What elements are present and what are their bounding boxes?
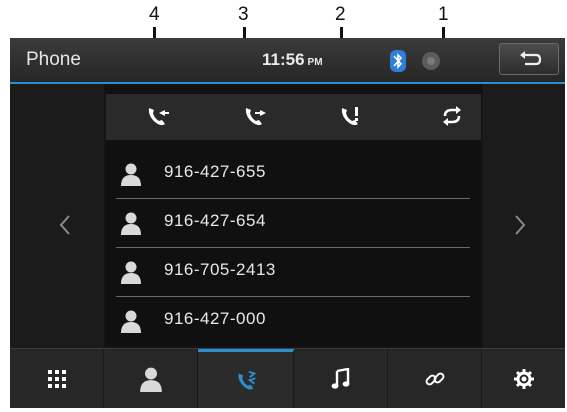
outgoing-call-icon[interactable] (240, 102, 268, 130)
contact-number: 916-427-000 (164, 309, 266, 328)
chevron-left-icon[interactable] (58, 214, 72, 236)
back-button[interactable] (499, 43, 559, 75)
chevron-right-icon[interactable] (513, 214, 527, 236)
contact-number: 916-427-655 (164, 162, 266, 181)
contacts-icon (139, 367, 162, 392)
record-icon (422, 52, 440, 70)
list-item[interactable]: 916-427-655 (116, 150, 470, 199)
clock: 11:56 PM (262, 50, 323, 70)
callout-1: 1 (438, 4, 449, 25)
call-filter-tabs (106, 94, 481, 140)
head-unit-screen: Phone 11:56 PM 916-427-655 916-427-654 9… (10, 38, 565, 408)
missed-call-icon[interactable] (336, 102, 364, 130)
tab-settings[interactable] (482, 349, 565, 408)
list-item[interactable]: 916-427-654 (116, 199, 470, 248)
bottom-nav (10, 348, 565, 408)
person-icon (121, 163, 141, 186)
page-title: Phone (26, 49, 81, 70)
call-log-icon (237, 370, 256, 389)
person-icon (121, 310, 141, 333)
next-page-area[interactable] (483, 84, 565, 348)
bluetooth-icon (390, 50, 406, 72)
keypad-icon (47, 370, 66, 388)
settings-icon (513, 369, 534, 389)
back-arrow-icon (520, 51, 542, 66)
previous-page-area[interactable] (10, 84, 104, 348)
music-icon (331, 368, 349, 389)
tab-contacts[interactable] (104, 349, 198, 408)
link-icon (425, 372, 444, 386)
person-icon (121, 261, 141, 284)
call-list-panel: 916-427-655 916-427-654 916-705-2413 916… (106, 86, 481, 346)
contact-number: 916-705-2413 (164, 260, 276, 279)
person-icon (121, 212, 141, 235)
contact-number: 916-427-654 (164, 211, 266, 230)
tab-music[interactable] (294, 349, 388, 408)
clock-time: 11:56 (262, 50, 305, 69)
tab-link[interactable] (388, 349, 482, 408)
incoming-call-icon[interactable] (143, 102, 171, 130)
tab-keypad[interactable] (10, 349, 104, 408)
list-item[interactable]: 916-427-000 (116, 297, 470, 346)
sync-icon[interactable] (438, 102, 466, 130)
callout-annotations: 4 3 2 1 (0, 0, 567, 87)
contact-list: 916-427-655 916-427-654 916-705-2413 916… (116, 150, 470, 346)
list-item[interactable]: 916-705-2413 (116, 248, 470, 297)
callout-2: 2 (335, 4, 346, 25)
tab-call-log[interactable] (198, 349, 294, 408)
callout-4: 4 (149, 4, 160, 25)
top-bar: Phone 11:56 PM (10, 38, 565, 84)
callout-3: 3 (238, 4, 249, 25)
clock-ampm: PM (307, 57, 323, 68)
